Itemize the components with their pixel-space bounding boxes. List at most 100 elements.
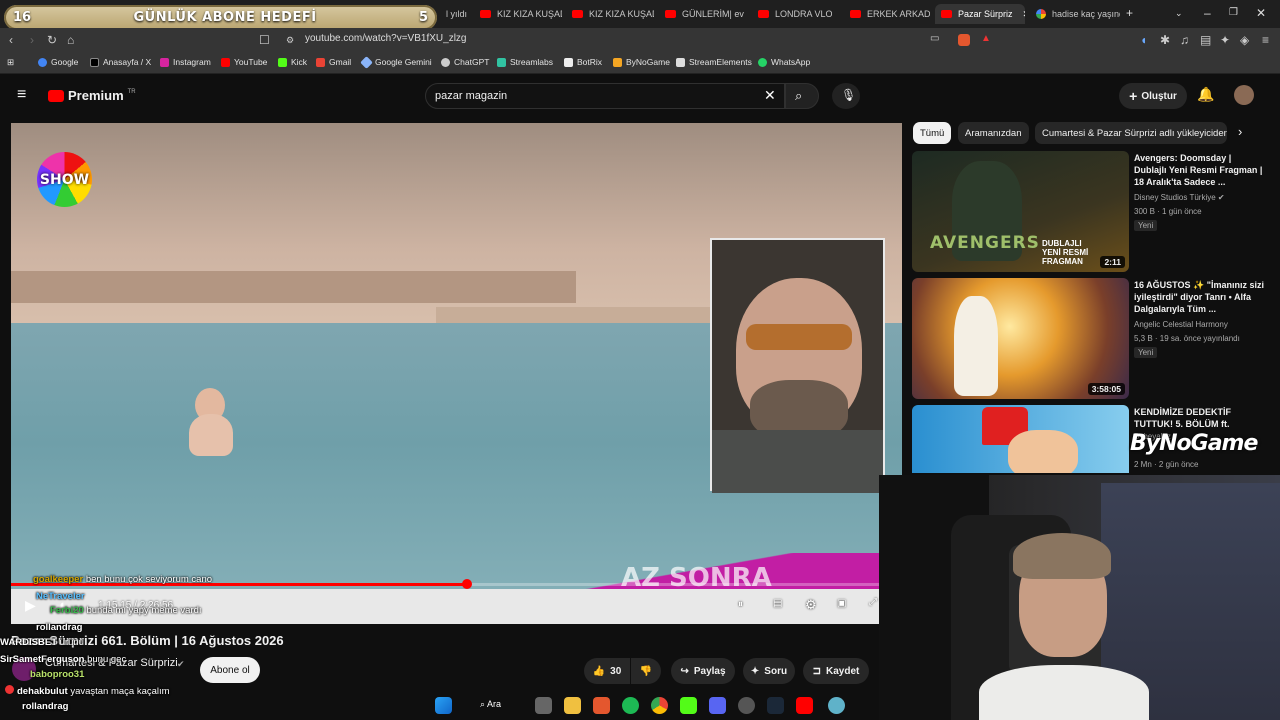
bookmark-gemini[interactable]: Google Gemini bbox=[360, 55, 432, 69]
search-button[interactable]: ⌕ bbox=[785, 83, 819, 109]
bookmark-kick[interactable]: Kick bbox=[278, 57, 307, 67]
fullscreen-icon[interactable]: ⤢ bbox=[869, 597, 877, 608]
video-player[interactable]: SHOW AZ SONRA ▶ ◖ 1:15:15 / 2:26:56 ⏸ ▤ … bbox=[11, 123, 902, 624]
bookmark-youtube[interactable]: YouTube bbox=[221, 57, 267, 67]
restore-icon[interactable]: ❐ bbox=[1229, 7, 1238, 18]
browser-tab[interactable]: GÜNLERİM| ev g bbox=[659, 4, 745, 24]
site-info-icon[interactable]: ⚙ bbox=[286, 35, 294, 46]
bookmark-chatgpt[interactable]: ChatGPT bbox=[441, 57, 489, 67]
back-icon[interactable]: ‹ bbox=[9, 33, 13, 47]
brave-shield-icon[interactable] bbox=[958, 34, 970, 46]
browser-tab[interactable]: KIZ KIZA KUŞADASI bbox=[566, 4, 654, 24]
close-window-icon[interactable]: ✕ bbox=[1256, 6, 1266, 20]
bookmark-bynogame[interactable]: ByNoGame bbox=[613, 57, 670, 67]
subscribe-button[interactable]: Abone ol bbox=[200, 657, 260, 683]
chat-message: Ferbi20 bunda mı yapy meme vardı bbox=[50, 605, 202, 616]
browser-tab-active[interactable]: Pazar Sürpriz ✕ bbox=[935, 4, 1025, 24]
menu-icon[interactable]: ≡ bbox=[1262, 33, 1269, 47]
bookmark-x[interactable]: Anasayfa / X bbox=[90, 57, 151, 67]
discord-icon[interactable] bbox=[709, 697, 726, 714]
tab-list-icon[interactable]: ⌄ bbox=[1175, 8, 1183, 19]
chip-all[interactable]: Tümü bbox=[913, 122, 952, 144]
miniplayer-icon[interactable]: ▣ bbox=[837, 598, 846, 609]
translate-icon[interactable]: ◖ bbox=[1140, 33, 1147, 47]
recommendation-title[interactable]: 16 AĞUSTOS ✨ "İmanınız sizi iyileştirdi"… bbox=[1134, 279, 1264, 315]
youtube-icon[interactable] bbox=[796, 697, 813, 714]
brave-rewards-icon[interactable]: ▲ bbox=[981, 33, 991, 44]
browser-tab[interactable]: LONDRA VLOG | bbox=[752, 4, 832, 24]
bookmark-icon[interactable]: ☐ bbox=[259, 33, 270, 47]
chip-from-search[interactable]: Aramanızdan bbox=[958, 122, 1029, 144]
create-button[interactable]: + Oluştur bbox=[1119, 83, 1187, 109]
search-input[interactable]: pazar magazin ✕ bbox=[425, 83, 785, 109]
close-tab-icon[interactable]: ✕ bbox=[1023, 9, 1025, 20]
file-explorer-icon[interactable] bbox=[564, 697, 581, 714]
obs-icon[interactable] bbox=[738, 697, 755, 714]
chat-message: WARDISBET ürünü bbox=[0, 637, 84, 648]
tab-label: LONDRA VLOG | bbox=[775, 9, 832, 19]
ask-button[interactable]: ✦ Soru bbox=[743, 658, 795, 684]
notifications-icon[interactable]: 🔔 bbox=[1197, 86, 1214, 103]
recommendation-title[interactable]: KENDİMİZE DEDEKTİF TUTTUK! 5. BÖLÜM ft. bbox=[1134, 406, 1264, 430]
app-icon[interactable] bbox=[828, 697, 845, 714]
bookmark-streamlabs[interactable]: Streamlabs bbox=[497, 57, 553, 67]
subtitles-icon[interactable]: ▤ bbox=[773, 598, 782, 609]
youtube-premium-logo[interactable]: Premium TR bbox=[48, 88, 136, 103]
share-button[interactable]: ↪ Paylaş bbox=[671, 658, 735, 684]
bookmark-gmail[interactable]: Gmail bbox=[316, 57, 351, 67]
settings-icon[interactable]: ⚙ bbox=[805, 597, 817, 613]
brave-icon[interactable] bbox=[593, 697, 610, 714]
recommendation-thumbnail[interactable]: AVENGERS DUBLAJLI YENİ RESMİ FRAGMAN 2:1… bbox=[912, 151, 1129, 272]
shield-icon[interactable]: ◈ bbox=[1240, 33, 1249, 47]
reload-icon[interactable]: ↻ bbox=[47, 33, 57, 47]
bookmark-streamelements[interactable]: StreamElements bbox=[676, 57, 752, 67]
bookmark-instagram[interactable]: Instagram bbox=[160, 57, 211, 67]
browser-tab[interactable]: ERKEK ARKADAŞ bbox=[844, 4, 930, 24]
minimize-icon[interactable]: – bbox=[1204, 6, 1211, 20]
recommendation-channel[interactable]: Angelic Celestial Harmony bbox=[1134, 320, 1228, 329]
chip-label: Aramanızdan bbox=[965, 127, 1022, 139]
recommendation-channel[interactable]: Disney Studios Türkiye ✔ bbox=[1134, 193, 1225, 202]
thumbnail-caption: DUBLAJLI YENİ RESMİ FRAGMAN bbox=[1042, 239, 1089, 266]
browser-tab[interactable]: KIZ KIZA KUŞADASI bbox=[474, 4, 562, 24]
bookmark-label: Kick bbox=[291, 57, 308, 67]
chrome-icon[interactable] bbox=[651, 697, 668, 714]
recommendation-title[interactable]: Avengers: Doomsday | Dublajlı Yeni Resmi… bbox=[1134, 152, 1264, 188]
chatgpt-icon bbox=[441, 57, 450, 67]
sparkle-icon: ✦ bbox=[750, 665, 760, 677]
voice-search-button[interactable]: 🎙 bbox=[832, 83, 860, 109]
kick-icon[interactable] bbox=[680, 697, 697, 714]
browser-tab[interactable]: hadise kaç yaşında bbox=[1030, 4, 1120, 24]
recommendation-thumbnail[interactable] bbox=[912, 405, 1129, 473]
extensions-icon[interactable]: ✱ bbox=[1160, 33, 1170, 47]
sidebar-icon[interactable]: ▤ bbox=[1200, 33, 1211, 47]
cast-icon[interactable]: ▭ bbox=[930, 33, 939, 44]
forward-icon[interactable]: › bbox=[30, 33, 34, 47]
like-button[interactable]: 👍 30 bbox=[584, 658, 630, 684]
browser-tab[interactable]: l yıldı bbox=[440, 4, 470, 24]
bookmark-google[interactable]: Google bbox=[38, 57, 78, 67]
clear-search-icon[interactable]: ✕ bbox=[764, 87, 776, 104]
new-tab-icon[interactable]: + bbox=[1126, 6, 1133, 20]
play-icon[interactable]: ▶ bbox=[25, 597, 36, 614]
hamburger-menu-icon[interactable]: ≡ bbox=[17, 86, 26, 104]
bookmark-botrix[interactable]: BotRix bbox=[564, 57, 602, 67]
ai-icon[interactable]: ✦ bbox=[1220, 33, 1230, 47]
apps-icon[interactable]: ⊞ bbox=[7, 57, 14, 68]
task-view-icon[interactable] bbox=[535, 697, 552, 714]
spotify-icon[interactable] bbox=[622, 697, 639, 714]
chevron-right-icon[interactable]: › bbox=[1238, 124, 1242, 139]
url-field[interactable]: youtube.com/watch?v=VB1fXU_zlzg bbox=[305, 33, 466, 44]
recommendation-thumbnail[interactable]: 3:58:05 bbox=[912, 278, 1129, 399]
autoplay-toggle[interactable]: ⏸ bbox=[738, 599, 743, 610]
windows-start-icon[interactable] bbox=[435, 697, 452, 714]
bookmark-whatsapp[interactable]: WhatsApp bbox=[758, 57, 810, 67]
media-icon[interactable]: ♫ bbox=[1180, 33, 1189, 47]
steam-icon[interactable] bbox=[767, 697, 784, 714]
taskbar-search[interactable]: ⌕ Ara bbox=[480, 699, 501, 710]
dislike-button[interactable]: 👎 bbox=[631, 658, 661, 684]
chip-from-uploader[interactable]: Cumartesi & Pazar Sürprizi adlı yükleyic… bbox=[1035, 122, 1227, 144]
home-icon[interactable]: ⌂ bbox=[67, 33, 74, 47]
save-button[interactable]: ⊐ Kaydet bbox=[803, 658, 869, 684]
avatar[interactable] bbox=[1234, 85, 1254, 105]
